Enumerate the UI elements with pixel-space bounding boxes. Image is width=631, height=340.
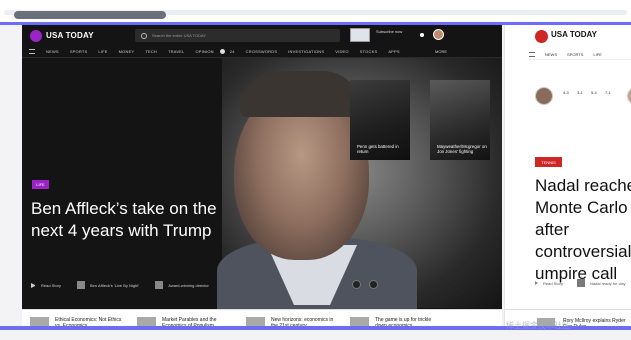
side-card[interactable]: Mayweather/Mcgregor on Jon Jones' fighti… bbox=[430, 80, 490, 160]
user-avatar[interactable] bbox=[433, 29, 444, 40]
main-site: USA TODAY Search the entire USA TODAY Su… bbox=[22, 25, 502, 330]
play-icon bbox=[31, 282, 36, 288]
subscribe-thumbnail[interactable] bbox=[350, 28, 370, 42]
related-link[interactable]: Ben Affleck’s ‘Live By Night’ bbox=[90, 283, 139, 288]
main-nav: NEWS SPORTS LIFE MONEY TECH TRAVEL OPINI… bbox=[22, 46, 502, 58]
score: 3-1 bbox=[577, 90, 583, 95]
related-thumb bbox=[577, 279, 586, 287]
nav-tech[interactable]: TECH bbox=[145, 49, 157, 54]
read-story-link[interactable]: Read Story bbox=[543, 281, 563, 286]
weather-icon bbox=[220, 49, 225, 54]
nav-crosswords[interactable]: CROSSWORDS bbox=[246, 49, 278, 54]
hero-headline[interactable]: Ben Affleck’s take on the next 4 years w… bbox=[31, 198, 221, 242]
score: 7-1 bbox=[605, 90, 611, 95]
nav-travel[interactable]: TRAVEL bbox=[168, 49, 184, 54]
side-card[interactable]: Penn gets battered in return bbox=[350, 80, 410, 160]
nav-life[interactable]: LIFE bbox=[593, 52, 601, 57]
related-link[interactable]: Award-winning director bbox=[168, 283, 209, 288]
nav-weather[interactable]: 24 bbox=[230, 49, 235, 54]
pause-slide-button[interactable] bbox=[369, 280, 378, 289]
nav-news[interactable]: NEWS bbox=[46, 49, 59, 54]
subscribe-link[interactable]: Subscribe now bbox=[376, 29, 402, 34]
player-avatar[interactable] bbox=[627, 87, 631, 105]
hero-story-links: Read Story Ben Affleck’s ‘Live By Night’… bbox=[31, 280, 209, 290]
nav-opinion[interactable]: OPINION bbox=[195, 49, 213, 54]
secondary-site: USA TODAY NEWS SPORTS LIFE 4-3 3-1 5-4 7… bbox=[504, 25, 631, 330]
site-header: USA TODAY Search the entire USA TODAY Su… bbox=[22, 25, 502, 46]
nav-sports[interactable]: SPORTS bbox=[70, 49, 88, 54]
related-link[interactable]: Nadal ready for clay bbox=[590, 281, 626, 286]
hero-image-hair bbox=[240, 71, 362, 117]
search-placeholder: Search the entire USA TODAY bbox=[152, 33, 207, 38]
search-input[interactable]: Search the entire USA TODAY bbox=[135, 29, 340, 42]
secondary-headline[interactable]: Nadal reaches Monte Carlo after controve… bbox=[535, 175, 631, 285]
site-logo[interactable]: USA TODAY bbox=[46, 31, 94, 40]
nav-video[interactable]: VIDEO bbox=[335, 49, 348, 54]
hamburger-menu-icon[interactable] bbox=[29, 49, 35, 54]
nav-apps[interactable]: APPS bbox=[388, 49, 399, 54]
prev-slide-button[interactable] bbox=[352, 280, 361, 289]
horizontal-scrollbar[interactable] bbox=[0, 0, 631, 24]
bottom-margin bbox=[0, 330, 631, 340]
score: 4-3 bbox=[563, 90, 569, 95]
score: 5-4 bbox=[591, 90, 597, 95]
search-icon bbox=[141, 32, 147, 39]
nav-investigations[interactable]: INVESTIGATIONS bbox=[288, 49, 324, 54]
side-card-caption: Penn gets battered in return bbox=[357, 144, 399, 154]
secondary-nav: NEWS SPORTS LIFE bbox=[529, 49, 631, 60]
site-logo[interactable]: USA TODAY bbox=[551, 30, 597, 39]
related-thumb bbox=[155, 281, 164, 289]
notification-icon[interactable] bbox=[420, 33, 424, 37]
hamburger-menu-icon[interactable] bbox=[529, 51, 535, 57]
logo-mark[interactable] bbox=[535, 30, 548, 43]
logo-mark[interactable] bbox=[30, 29, 42, 42]
play-icon bbox=[535, 281, 539, 285]
secondary-story-links: Read Story Nadal ready for clay bbox=[535, 279, 626, 287]
related-thumb bbox=[77, 281, 86, 289]
section-tag[interactable]: LIFE bbox=[32, 180, 49, 189]
side-card-caption: Mayweather/Mcgregor on Jon Jones' fighti… bbox=[437, 144, 487, 154]
player-avatar[interactable] bbox=[535, 87, 553, 105]
scroll-thumb[interactable] bbox=[14, 11, 166, 19]
nav-news[interactable]: NEWS bbox=[545, 52, 557, 57]
watermark: 稀土掘金技术社区 bbox=[506, 321, 570, 330]
nav-more[interactable]: MORE bbox=[435, 49, 447, 54]
nav-life[interactable]: LIFE bbox=[98, 49, 107, 54]
nav-money[interactable]: MONEY bbox=[119, 49, 135, 54]
nav-stocks[interactable]: STOCKS bbox=[360, 49, 378, 54]
section-tag[interactable]: TENNIS bbox=[535, 157, 562, 167]
read-story-link[interactable]: Read Story bbox=[41, 283, 61, 288]
nav-sports[interactable]: SPORTS bbox=[567, 52, 583, 57]
